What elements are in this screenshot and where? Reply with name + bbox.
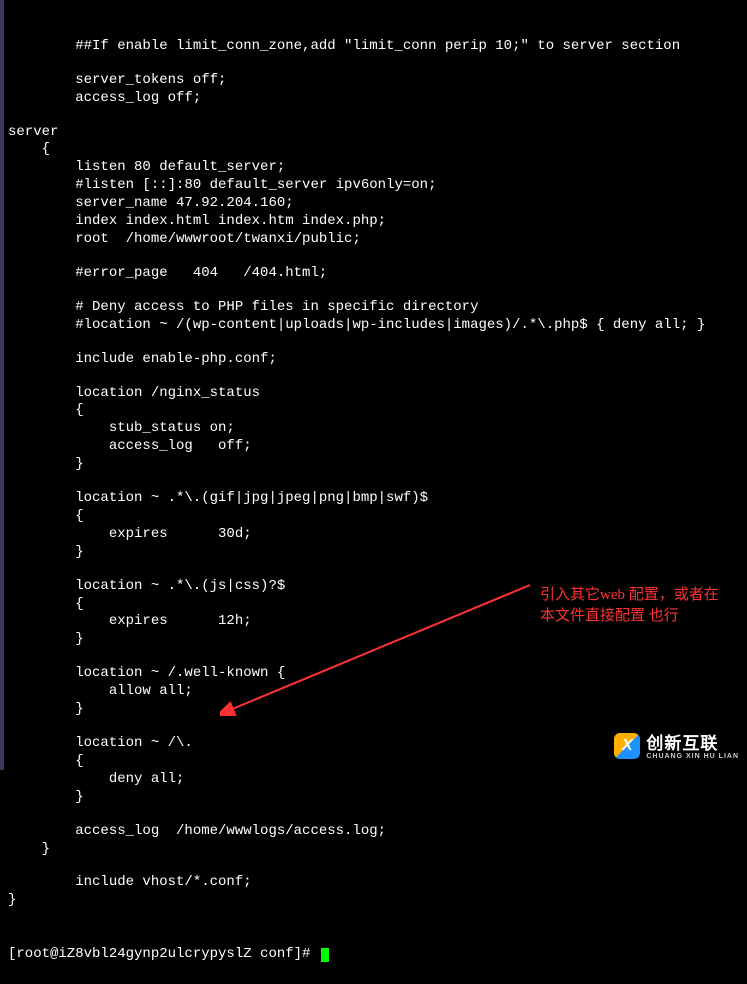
config-line: ##If enable limit_conn_zone,add "limit_c… bbox=[8, 38, 747, 56]
config-line bbox=[8, 807, 747, 823]
config-line: #error_page 404 /404.html; bbox=[8, 265, 747, 283]
config-line bbox=[8, 249, 747, 265]
watermark-logo-icon: X bbox=[614, 733, 640, 759]
config-line: } bbox=[8, 456, 747, 474]
config-line bbox=[8, 562, 747, 578]
config-line: server_tokens off; bbox=[8, 72, 747, 90]
annotation-text: 引入其它web 配置，或者在 本文件直接配置 也行 bbox=[540, 585, 740, 627]
config-line: access_log /home/wwwlogs/access.log; bbox=[8, 823, 747, 841]
config-line: access_log off; bbox=[8, 90, 747, 108]
config-line bbox=[8, 649, 747, 665]
config-line: access_log off; bbox=[8, 438, 747, 456]
config-line: include vhost/*.conf; bbox=[8, 874, 747, 892]
terminal-output[interactable]: ##If enable limit_conn_zone,add "limit_c… bbox=[0, 0, 747, 984]
config-line: location /nginx_status bbox=[8, 385, 747, 403]
config-line: } bbox=[8, 841, 747, 859]
config-line bbox=[8, 474, 747, 490]
config-line: } bbox=[8, 789, 747, 807]
config-line: listen 80 default_server; bbox=[8, 159, 747, 177]
watermark-text: 创新互联 CHUANG XIN HU LIAN bbox=[646, 733, 739, 760]
config-line bbox=[8, 858, 747, 874]
config-line bbox=[8, 369, 747, 385]
config-line: deny all; bbox=[8, 771, 747, 789]
config-line: location ~ /.well-known { bbox=[8, 665, 747, 683]
config-line: expires 30d; bbox=[8, 526, 747, 544]
shell-prompt-line[interactable]: [root@iZ8vbl24gynp2ulcrypyslZ conf]# bbox=[8, 946, 747, 964]
config-line bbox=[8, 283, 747, 299]
config-line: } bbox=[8, 631, 747, 649]
config-line: #listen [::]:80 default_server ipv6only=… bbox=[8, 177, 747, 195]
config-line: } bbox=[8, 544, 747, 562]
cursor-icon bbox=[321, 948, 329, 962]
config-line: location ~ .*\.(gif|jpg|jpeg|png|bmp|swf… bbox=[8, 490, 747, 508]
config-line: index index.html index.htm index.php; bbox=[8, 213, 747, 231]
watermark: X 创新互联 CHUANG XIN HU LIAN bbox=[614, 733, 739, 760]
config-line: #location ~ /(wp-content|uploads|wp-incl… bbox=[8, 317, 747, 335]
config-line: stub_status on; bbox=[8, 420, 747, 438]
config-line: server bbox=[8, 124, 747, 142]
annotation-line2: 本文件直接配置 也行 bbox=[540, 608, 679, 624]
config-line: # Deny access to PHP files in specific d… bbox=[8, 299, 747, 317]
config-line: include enable-php.conf; bbox=[8, 351, 747, 369]
shell-prompt: [root@iZ8vbl24gynp2ulcrypyslZ conf]# bbox=[8, 946, 319, 964]
config-line bbox=[8, 56, 747, 72]
annotation-line1: 引入其它web 配置，或者在 bbox=[540, 587, 719, 603]
config-line: allow all; bbox=[8, 683, 747, 701]
config-line: { bbox=[8, 141, 747, 159]
config-line: server_name 47.92.204.160; bbox=[8, 195, 747, 213]
config-line: root /home/wwwroot/twanxi/public; bbox=[8, 231, 747, 249]
config-line: { bbox=[8, 402, 747, 420]
config-line bbox=[8, 108, 747, 124]
config-line bbox=[8, 335, 747, 351]
config-line: { bbox=[8, 508, 747, 526]
config-line: } bbox=[8, 892, 747, 910]
config-line: } bbox=[8, 701, 747, 719]
